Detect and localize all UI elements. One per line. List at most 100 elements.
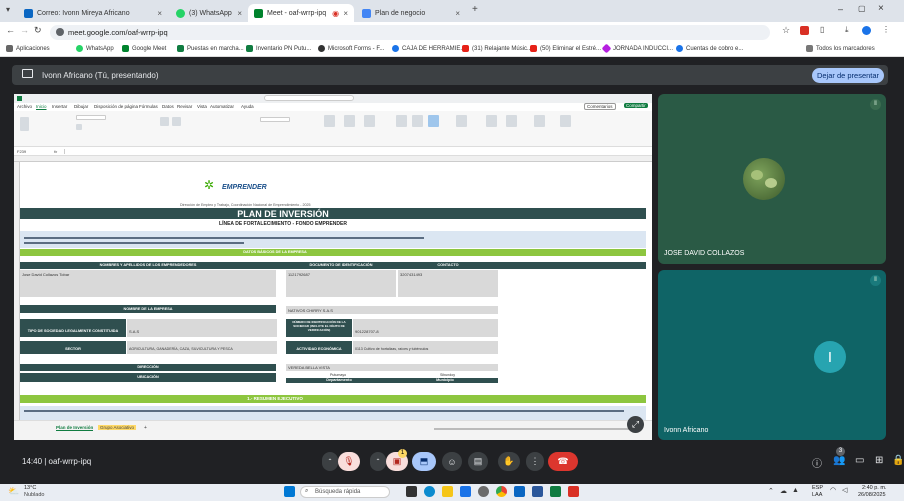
settings-icon[interactable] [478, 486, 489, 497]
raise-hand-button[interactable]: ✋ [498, 452, 520, 471]
chat-icon[interactable]: ▭ [855, 455, 864, 466]
menu-vista[interactable]: Vista [197, 104, 207, 109]
info-icon[interactable]: ⓘ [812, 455, 822, 470]
menu-archivo[interactable]: Archivo [17, 104, 32, 109]
bookmark-relajante[interactable]: (31) Relajante Músic... [462, 45, 532, 52]
insert-cells-icon[interactable] [396, 115, 407, 127]
leave-call-button[interactable]: ☎ [548, 452, 578, 471]
menu-dibujar[interactable]: Dibujar [74, 104, 88, 109]
star-icon[interactable]: ☆ [782, 25, 790, 36]
sheet-tab-plan[interactable]: Plan de Inversión [56, 425, 94, 431]
nit-cell[interactable] [353, 319, 498, 337]
reload-icon[interactable]: ↻ [34, 25, 42, 36]
mic-options-button[interactable]: ⌃ [322, 452, 338, 471]
bookmark-inventario[interactable]: Inventario PN Putu... [246, 45, 311, 52]
number-format-icon[interactable] [260, 117, 290, 122]
close-icon[interactable]: × [343, 9, 348, 18]
tab-search-icon[interactable]: ▾ [6, 5, 10, 14]
tray-drive-icon[interactable]: ▲ [792, 487, 799, 494]
bookmark-puestas[interactable]: Puestas en marcha... [177, 45, 244, 52]
delete-cells-icon[interactable] [412, 115, 423, 127]
find-icon[interactable] [506, 115, 517, 127]
mic-off-button[interactable]: 🎙 [338, 452, 360, 471]
sheet-tab-grupo[interactable]: Grupo Asociativo [98, 425, 137, 430]
bookmark-jornada[interactable]: JORNADA INDUCCI... [601, 43, 673, 54]
volume-icon[interactable]: ◁ [842, 486, 847, 494]
table-format-icon[interactable] [344, 115, 355, 127]
bookmark-forms[interactable]: Microsoft Forms - F... [318, 45, 384, 52]
store-icon[interactable] [460, 486, 471, 497]
captions-button[interactable]: ▤ [468, 452, 488, 471]
bookmark-all[interactable]: Todos los marcadores [806, 45, 875, 52]
conditional-format-icon[interactable] [324, 115, 335, 127]
profile-icon[interactable] [862, 26, 871, 35]
url-bar[interactable]: meet.google.com/oaf-wrrp-ipq [50, 25, 770, 40]
menu-revisar[interactable]: Revisar [177, 104, 192, 109]
stop-presenting-button[interactable]: Dejar de presentar [812, 68, 884, 83]
outlook-app-icon[interactable] [514, 486, 525, 497]
tab-meet[interactable]: Meet - oaf-wrrp-ipq ◉ × [248, 4, 354, 22]
menu-insertar[interactable]: Insertar [52, 104, 67, 109]
activities-icon[interactable]: ⊞ [875, 455, 883, 466]
bookmark-eliminar[interactable]: (50) Eliminar el Estré... [530, 45, 601, 52]
zoom-slider[interactable] [434, 428, 634, 430]
share-button[interactable]: Compartir [624, 103, 648, 108]
participant-tile-2[interactable] [658, 270, 886, 440]
excel-search-box[interactable] [264, 95, 354, 101]
forward-icon[interactable]: → [20, 25, 29, 35]
align-icon[interactable] [160, 117, 169, 126]
expand-icon[interactable]: ⤢ [627, 416, 644, 433]
close-icon[interactable]: × [237, 9, 242, 18]
camera-options-button[interactable]: ⌃ [370, 452, 386, 471]
people-icon[interactable]: 👥 [833, 455, 845, 466]
tray-cloud-icon[interactable]: ☁ [780, 487, 787, 495]
maximize-icon[interactable]: ▢ [858, 4, 866, 13]
excel-app-icon[interactable] [550, 486, 561, 497]
taskbar-search[interactable]: ⌕ Búsqueda rápida [300, 486, 390, 498]
present-button[interactable]: ⬒ [412, 452, 436, 471]
new-tab-icon[interactable]: + [472, 4, 478, 15]
bookmark-meet[interactable]: Google Meet [122, 45, 166, 52]
download-icon[interactable]: ⤓ [845, 25, 849, 35]
chrome-icon[interactable] [496, 486, 507, 497]
more-options-button[interactable]: ⋮ [526, 452, 544, 471]
pdf-icon[interactable] [568, 486, 579, 497]
site-info-icon[interactable] [56, 28, 64, 36]
paste-icon[interactable] [20, 117, 29, 131]
extension-icon[interactable] [800, 26, 809, 35]
close-icon[interactable]: × [157, 9, 162, 18]
menu-disposicion[interactable]: Disposición de página [94, 104, 138, 109]
edge-icon[interactable] [424, 486, 435, 497]
start-icon[interactable] [284, 486, 295, 497]
menu-formulas[interactable]: Fórmulas [139, 104, 158, 109]
bold-icon[interactable] [76, 124, 82, 130]
sum-icon[interactable] [456, 115, 467, 127]
explorer-icon[interactable] [442, 486, 453, 497]
analyze-icon[interactable] [534, 115, 545, 127]
menu-datos[interactable]: Datos [162, 104, 174, 109]
society-cell[interactable] [127, 319, 277, 337]
wrap-icon[interactable] [172, 117, 181, 126]
tab-whatsapp[interactable]: (3) WhatsApp × [170, 4, 248, 22]
comments-button[interactable]: Comentarios [584, 103, 616, 110]
font-box[interactable] [76, 115, 106, 120]
clock-time[interactable]: 2:40 p. m. [862, 485, 886, 491]
bookmark-caja[interactable]: CAJA DE HERRAMIE... [392, 45, 465, 52]
bookmark-cuentas[interactable]: Cuentas de cobro e... [676, 45, 743, 52]
close-icon[interactable]: × [455, 9, 460, 18]
name-box[interactable]: F239 [17, 149, 26, 154]
add-sheet-icon[interactable]: + [144, 425, 147, 431]
menu-inicio[interactable]: Inicio [36, 104, 47, 109]
taskview-icon[interactable] [406, 486, 417, 497]
minimize-icon[interactable]: – [838, 4, 843, 14]
tab-plan-negocio[interactable]: Plan de negocio × [356, 4, 466, 22]
tab-outlook[interactable]: Correo: Ivonn Mireya Africano × [18, 4, 168, 22]
formula-input[interactable] [64, 149, 644, 154]
sort-filter-icon[interactable] [486, 115, 497, 127]
menu-ayuda[interactable]: Ayuda [241, 104, 254, 109]
sensitivity-icon[interactable] [560, 115, 571, 127]
back-icon[interactable]: ← [6, 25, 15, 35]
bookmark-whatsapp[interactable]: WhatsApp [76, 45, 114, 52]
word-icon[interactable] [532, 486, 543, 497]
menu-icon[interactable]: ⋮ [882, 25, 890, 34]
